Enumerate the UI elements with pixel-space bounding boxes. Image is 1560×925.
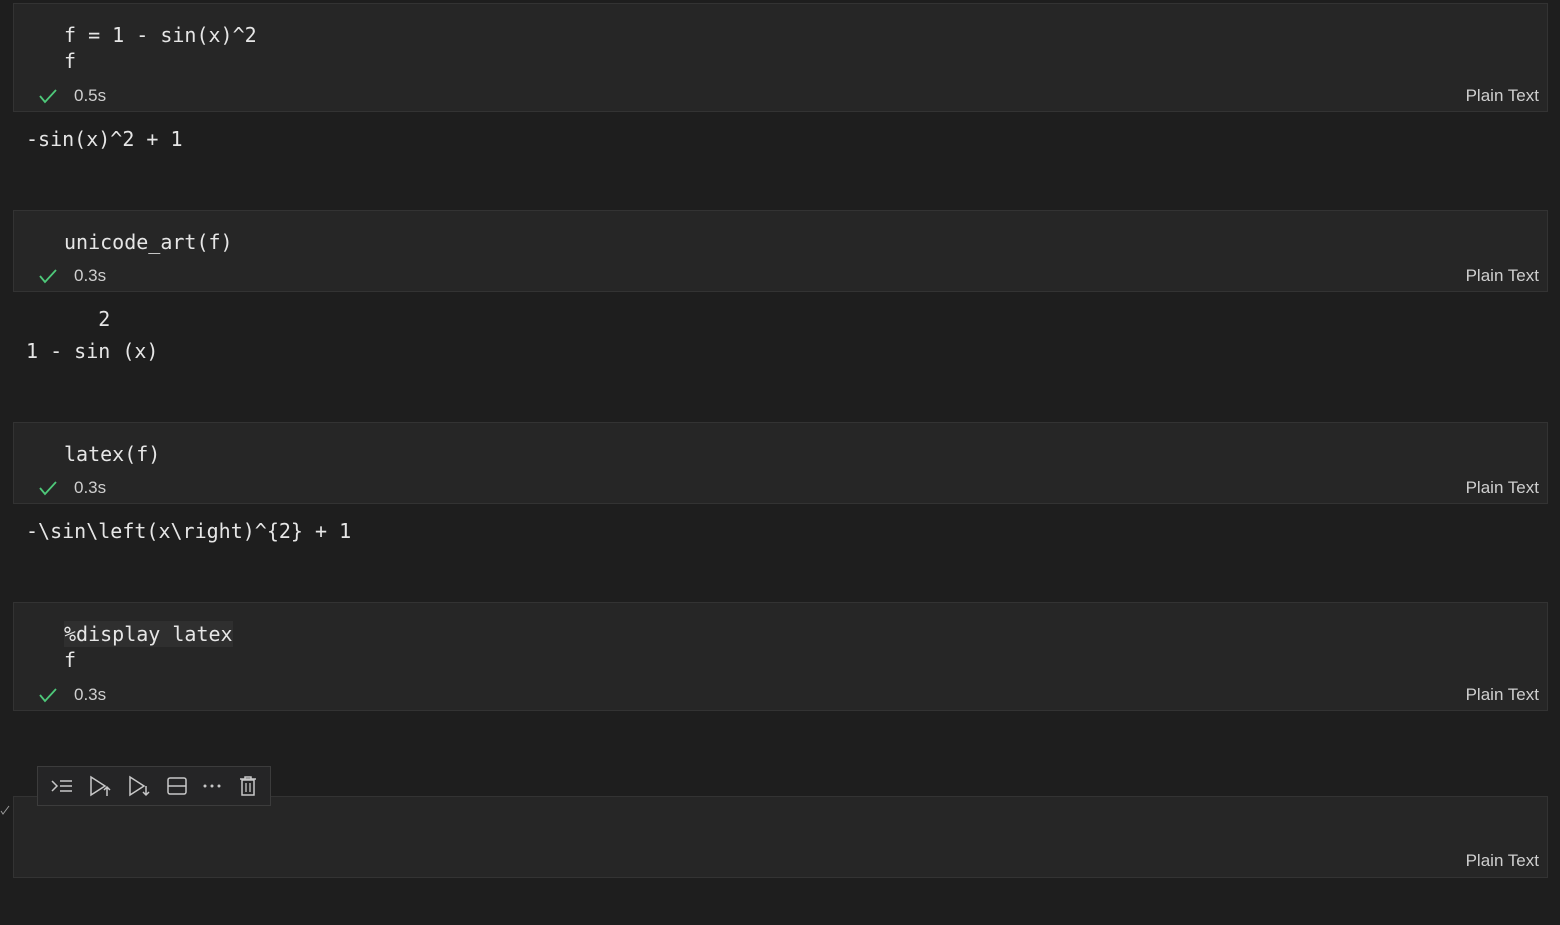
- execution-status: 0.5s: [38, 84, 106, 108]
- code-line[interactable]: f = 1 - sin(x)^2: [64, 22, 257, 48]
- execute-above-icon[interactable]: [46, 770, 78, 802]
- execution-time: 0.5s: [74, 86, 107, 105]
- delete-cell-icon[interactable]: [232, 770, 264, 802]
- run-below-icon[interactable]: [123, 770, 155, 802]
- notebook-page: f = 1 - sin(x)^2 f 0.5s Plain Text -sin(…: [0, 0, 1560, 925]
- more-actions-icon[interactable]: [199, 770, 226, 802]
- cell-language-button[interactable]: Plain Text: [1466, 849, 1539, 873]
- cell-toolbar: [37, 766, 271, 806]
- code-line[interactable]: unicode_art(f): [64, 229, 233, 255]
- cell-language-button[interactable]: Plain Text: [1466, 264, 1539, 288]
- execution-time: 0.3s: [74, 685, 107, 704]
- cell-language-button[interactable]: Plain Text: [1466, 84, 1539, 108]
- code-cell-4[interactable]: %display latex f 0.3s Plain Text: [13, 602, 1548, 711]
- cell-output: 2: [26, 307, 111, 331]
- cell-output: -\sin\left(x\right)^{2} + 1: [26, 519, 352, 543]
- cell-language-button[interactable]: Plain Text: [1466, 683, 1539, 707]
- execution-time: 0.3s: [74, 266, 107, 285]
- code-cell-3[interactable]: latex(f) 0.3s Plain Text: [13, 422, 1548, 504]
- code-line[interactable]: f: [64, 48, 76, 74]
- code-cell-1[interactable]: f = 1 - sin(x)^2 f 0.5s Plain Text: [13, 3, 1548, 112]
- split-cell-icon[interactable]: [161, 770, 193, 802]
- execution-time: 0.3s: [74, 478, 107, 497]
- execution-status: 0.3s: [38, 264, 106, 288]
- code-cell-2[interactable]: unicode_art(f) 0.3s Plain Text: [13, 210, 1548, 292]
- check-icon: [39, 481, 57, 496]
- cell-language-button[interactable]: Plain Text: [1466, 476, 1539, 500]
- gutter-check-icon: [0, 805, 10, 815]
- check-icon: [39, 688, 57, 703]
- cell-output: -sin(x)^2 + 1: [26, 127, 183, 151]
- run-above-icon[interactable]: [84, 770, 116, 802]
- code-cell-5[interactable]: Plain Text: [13, 796, 1548, 878]
- code-line[interactable]: %display latex: [64, 621, 233, 647]
- cell-output: 1 - sin (x): [26, 339, 159, 363]
- execution-status: 0.3s: [38, 683, 106, 707]
- code-line[interactable]: f: [64, 647, 76, 673]
- code-line[interactable]: latex(f): [64, 441, 160, 467]
- execution-status: 0.3s: [38, 476, 106, 500]
- check-icon: [39, 89, 57, 104]
- check-icon: [39, 269, 57, 284]
